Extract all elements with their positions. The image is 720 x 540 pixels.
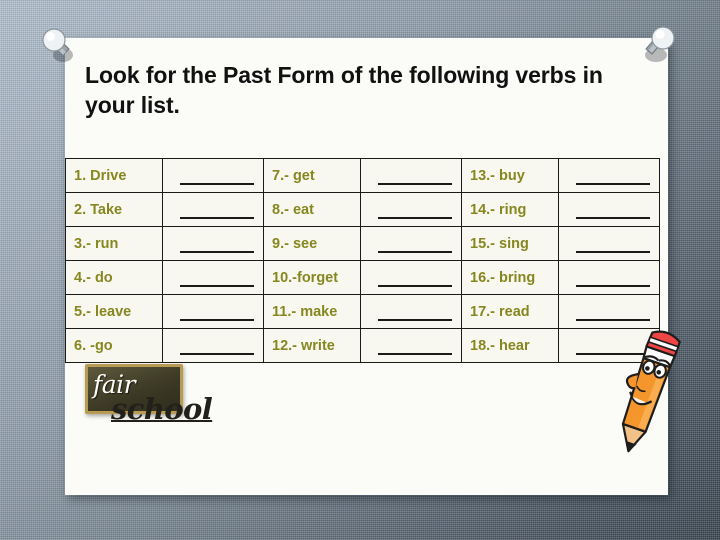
verb-label: 12.- write xyxy=(263,328,361,363)
answer-blank[interactable] xyxy=(558,158,660,193)
verb-label: 2. Take xyxy=(65,192,163,227)
slide-canvas: Look for the Past Form of the following … xyxy=(0,0,720,540)
table-row: 2. Take 8.- eat 14.- ring xyxy=(65,192,660,227)
table-row: 3.- run 9.- see 15.- sing xyxy=(65,226,660,261)
verb-label: 14.- ring xyxy=(461,192,559,227)
verb-label: 4.- do xyxy=(65,260,163,295)
worksheet-card: Look for the Past Form of the following … xyxy=(65,38,681,495)
answer-blank[interactable] xyxy=(558,260,660,295)
verb-label: 17.- read xyxy=(461,294,559,329)
verb-label: 7.- get xyxy=(263,158,361,193)
answer-blank[interactable] xyxy=(360,294,462,329)
blank-line xyxy=(576,318,650,321)
answer-blank[interactable] xyxy=(360,226,462,261)
answer-blank[interactable] xyxy=(360,158,462,193)
verb-label: 8.- eat xyxy=(263,192,361,227)
verb-table-body: 1. Drive 7.- get 13.- buy 2. Take 8.- ea… xyxy=(65,158,660,363)
blank-line xyxy=(378,284,452,287)
blank-line xyxy=(180,318,254,321)
answer-blank[interactable] xyxy=(162,294,264,329)
answer-blank[interactable] xyxy=(162,192,264,227)
verb-label: 18.- hear xyxy=(461,328,559,363)
verb-label: 9.- see xyxy=(263,226,361,261)
blank-line xyxy=(378,352,452,355)
blank-line xyxy=(378,216,452,219)
answer-blank[interactable] xyxy=(162,158,264,193)
answer-blank[interactable] xyxy=(360,328,462,363)
verb-label: 10.-forget xyxy=(263,260,361,295)
table-row: 1. Drive 7.- get 13.- buy xyxy=(65,158,660,193)
page-title: Look for the Past Form of the following … xyxy=(85,62,603,119)
table-row: 4.- do 10.-forget 16.- bring xyxy=(65,260,660,295)
verb-label: 3.- run xyxy=(65,226,163,261)
blank-line xyxy=(576,250,650,253)
verb-label: 15.- sing xyxy=(461,226,559,261)
verb-table: 1. Drive 7.- get 13.- buy 2. Take 8.- ea… xyxy=(65,158,660,363)
fair-school-logo: fair school xyxy=(77,356,227,436)
blank-line xyxy=(180,352,254,355)
verb-label: 11.- make xyxy=(263,294,361,329)
blank-line xyxy=(378,182,452,185)
pushpin-icon xyxy=(645,26,675,62)
blank-line xyxy=(576,182,650,185)
blank-line xyxy=(576,216,650,219)
answer-blank[interactable] xyxy=(558,226,660,261)
blank-line xyxy=(180,250,254,253)
answer-blank[interactable] xyxy=(558,294,660,329)
blank-line xyxy=(576,284,650,287)
verb-label: 13.- buy xyxy=(461,158,559,193)
logo-word-school: school xyxy=(111,392,213,426)
pushpin-icon xyxy=(42,28,73,62)
answer-blank[interactable] xyxy=(360,260,462,295)
answer-blank[interactable] xyxy=(360,192,462,227)
table-row: 5.- leave 11.- make 17.- read xyxy=(65,294,660,329)
answer-blank[interactable] xyxy=(558,192,660,227)
verb-label: 16.- bring xyxy=(461,260,559,295)
blank-line xyxy=(378,250,452,253)
blank-line xyxy=(180,216,254,219)
blank-line xyxy=(180,182,254,185)
pencil-mascot-icon xyxy=(621,330,681,453)
verb-label: 1. Drive xyxy=(65,158,163,193)
blank-line xyxy=(180,284,254,287)
answer-blank[interactable] xyxy=(162,260,264,295)
blank-line xyxy=(378,318,452,321)
answer-blank[interactable] xyxy=(162,226,264,261)
verb-label: 5.- leave xyxy=(65,294,163,329)
